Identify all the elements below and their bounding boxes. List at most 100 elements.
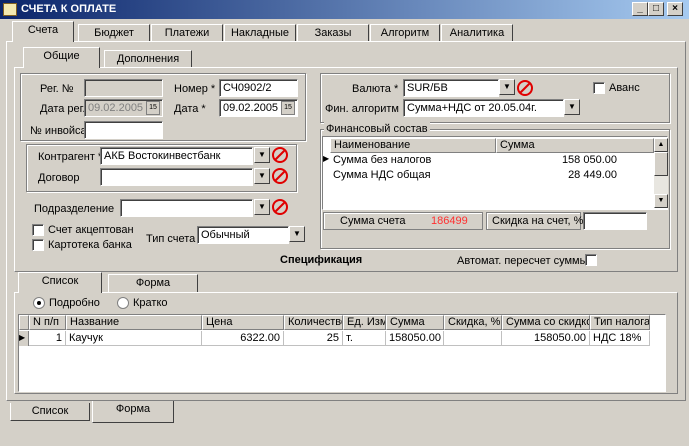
currency-dropdown-icon[interactable]: ▼: [499, 79, 515, 95]
currency-value: SUR/БВ: [407, 82, 448, 94]
contractor-dropdown-icon[interactable]: ▼: [254, 147, 270, 163]
contract-dropdown-icon[interactable]: ▼: [254, 168, 270, 184]
auto-recalc-checkbox[interactable]: [585, 254, 597, 266]
reg-date-value: 09.02.2005: [88, 102, 144, 114]
department-clear-icon[interactable]: [271, 198, 289, 216]
col-header-name[interactable]: Название: [66, 315, 202, 330]
account-accepted-checkbox[interactable]: [32, 224, 44, 236]
account-type-dropdown-icon[interactable]: ▼: [289, 226, 305, 242]
total-value: 186499: [431, 215, 468, 227]
table-cell-discount[interactable]: [444, 331, 502, 346]
tab-invoices[interactable]: Накладные: [224, 24, 296, 42]
col-header-num[interactable]: N п/п: [29, 315, 66, 330]
auto-recalc-label: Автомат. пересчет суммы: [457, 255, 588, 267]
tab-algorithm[interactable]: Алгоритм: [370, 24, 440, 42]
brief-label: Кратко: [133, 297, 168, 309]
detailed-radio[interactable]: [33, 297, 45, 309]
close-button[interactable]: ×: [667, 2, 683, 16]
department-dropdown-icon[interactable]: ▼: [254, 199, 270, 215]
department-field[interactable]: [120, 199, 253, 217]
col-header-price[interactable]: Цена: [202, 315, 284, 330]
tab-bottom-list[interactable]: Список: [10, 403, 90, 421]
contract-label: Договор: [38, 172, 80, 184]
tab-accounts[interactable]: Счета: [12, 21, 74, 42]
tab-additions[interactable]: Дополнения: [104, 50, 192, 68]
contractor-label: Контрагент *: [38, 151, 103, 163]
tab-general[interactable]: Общие: [23, 47, 100, 68]
discount-field[interactable]: [583, 212, 647, 230]
fin-algo-value: Сумма+НДС от 20.05.04г.: [407, 102, 537, 114]
currency-clear-icon[interactable]: [516, 79, 534, 97]
finance-title: Финансовый состав: [324, 122, 430, 136]
scroll-up-icon[interactable]: ▲: [654, 138, 668, 152]
table-cell-sum[interactable]: 158050.00: [386, 331, 444, 346]
contractor-field[interactable]: АКБ Востокинвестбанк: [100, 147, 253, 165]
finance-row-sum[interactable]: 28 449.00: [496, 168, 620, 183]
col-header-tax-type[interactable]: Тип налога: [590, 315, 650, 330]
col-header-unit[interactable]: Ед. Изм.: [343, 315, 386, 330]
contract-field[interactable]: [100, 168, 253, 186]
discount-label: Скидка на счет, %: [492, 215, 584, 227]
tab-analytics[interactable]: Аналитика: [441, 24, 513, 42]
tab-spec-list[interactable]: Список: [18, 272, 102, 293]
number-value: СЧ0902/2: [223, 82, 272, 94]
fin-algo-label: Фин. алгоритм: [325, 103, 399, 115]
date-calendar-icon[interactable]: 15: [281, 101, 295, 115]
bank-card-checkbox[interactable]: [32, 239, 44, 251]
reg-no-field: [84, 79, 163, 97]
contractor-value: АКБ Востокинвестбанк: [104, 150, 221, 162]
table-cell-price[interactable]: 6322.00: [202, 331, 284, 346]
invoice-no-label: № инвойса: [30, 125, 87, 137]
tab-bottom-form[interactable]: Форма: [92, 401, 174, 423]
finance-header-name: Наименование: [330, 138, 496, 153]
table-cell-qty[interactable]: 25: [284, 331, 343, 346]
contract-clear-icon[interactable]: [271, 167, 289, 185]
fin-algo-dropdown-icon[interactable]: ▼: [564, 99, 580, 115]
col-header-discount[interactable]: Скидка, %: [444, 315, 502, 330]
finance-row-pointer-icon: ▶: [323, 154, 330, 163]
window-title: СЧЕТА К ОПЛАТЕ: [21, 3, 117, 15]
account-type-value: Обычный: [201, 229, 250, 241]
table-corner: [19, 315, 29, 330]
table-cell-tax-type[interactable]: НДС 18%: [590, 331, 650, 346]
fin-algo-select[interactable]: Сумма+НДС от 20.05.04г.: [403, 99, 564, 117]
tab-orders[interactable]: Заказы: [297, 24, 369, 42]
date-label: Дата *: [174, 103, 206, 115]
finance-row-name[interactable]: Сумма НДС общая: [330, 168, 496, 183]
finance-header-sum: Сумма: [496, 138, 654, 153]
advance-checkbox[interactable]: [593, 82, 605, 94]
table-cell-unit[interactable]: т.: [343, 331, 386, 346]
detailed-label: Подробно: [49, 297, 100, 309]
col-header-sum[interactable]: Сумма: [386, 315, 444, 330]
finance-row-name[interactable]: Сумма без налогов: [330, 153, 496, 168]
department-label: Подразделение: [34, 203, 115, 215]
number-field[interactable]: СЧ0902/2: [219, 79, 298, 97]
col-header-qty[interactable]: Количество: [284, 315, 343, 330]
col-header-sum-discount[interactable]: Сумма со скидкой: [502, 315, 590, 330]
scroll-thumb[interactable]: [654, 152, 668, 176]
finance-row-sum[interactable]: 158 050.00: [496, 153, 620, 168]
reg-date-calendar-icon[interactable]: 15: [146, 101, 160, 115]
tab-budget[interactable]: Бюджет: [78, 24, 150, 42]
app-icon: [3, 3, 17, 16]
tab-payments[interactable]: Платежи: [151, 24, 223, 42]
total-label: Сумма счета: [340, 215, 406, 227]
account-type-label: Тип счета: [146, 233, 196, 245]
brief-radio[interactable]: [117, 297, 129, 309]
minimize-button[interactable]: _: [632, 2, 648, 16]
currency-field[interactable]: SUR/БВ: [403, 79, 499, 97]
invoice-no-field[interactable]: [84, 121, 163, 139]
tab-spec-form[interactable]: Форма: [108, 274, 198, 292]
account-type-select[interactable]: Обычный: [197, 226, 289, 244]
spec-title: Спецификация: [280, 254, 363, 266]
table-cell-sum-discount[interactable]: 158050.00: [502, 331, 590, 346]
table-cell-name[interactable]: Каучук: [66, 331, 202, 346]
row-pointer-icon: ▶: [19, 331, 29, 346]
table-cell-num[interactable]: 1: [29, 331, 66, 346]
date-value: 09.02.2005: [223, 102, 279, 114]
contractor-clear-icon[interactable]: [271, 146, 289, 164]
advance-label: Аванс: [609, 82, 640, 94]
scroll-down-icon[interactable]: ▼: [654, 194, 668, 208]
reg-date-label: Дата рег.: [40, 103, 86, 115]
maximize-button[interactable]: □: [648, 2, 664, 16]
